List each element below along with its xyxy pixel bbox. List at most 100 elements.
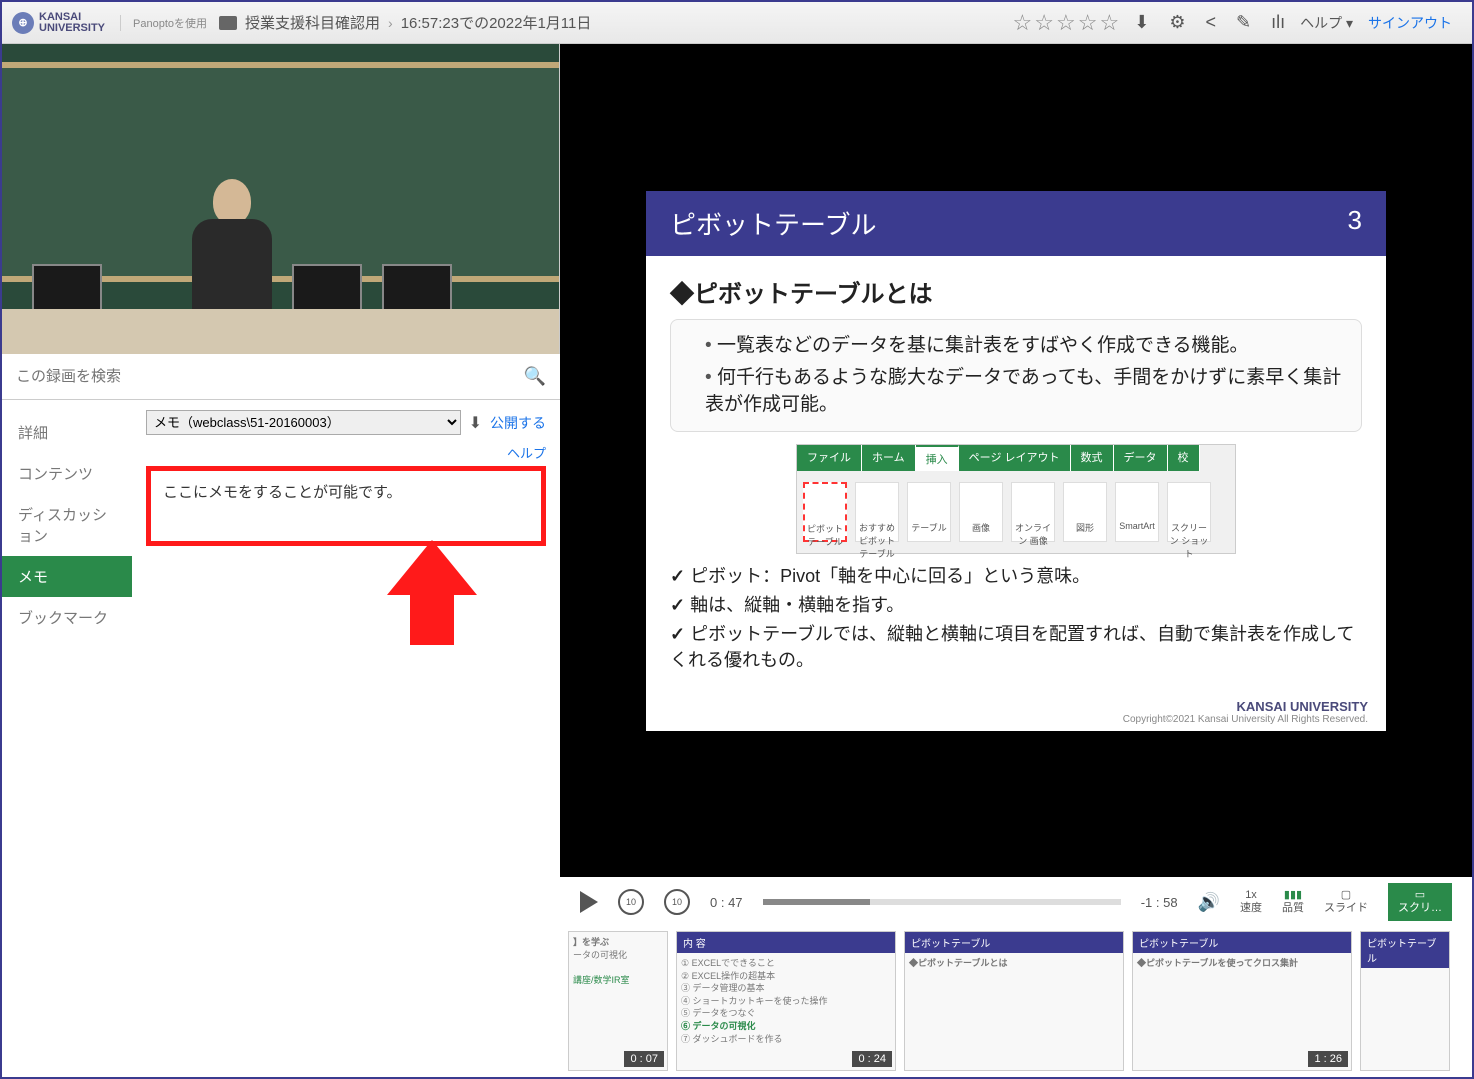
download-notes-icon[interactable]: ⬇ <box>469 413 482 433</box>
folder-name[interactable]: 授業支援科目確認用 <box>245 12 380 33</box>
search-input[interactable] <box>16 368 524 385</box>
slide-title: ピボットテーブル <box>670 205 876 242</box>
monitor <box>32 264 102 314</box>
thumb-time: 1 : 26 <box>1308 1051 1348 1067</box>
panopto-label: Panoptoを使用 <box>120 15 219 31</box>
thumbnail[interactable]: ピボットテーブル ◆ピボットテーブルとは <box>904 931 1124 1071</box>
check-item: 軸は、縦軸・横軸を指す。 <box>670 591 1362 617</box>
download-icon[interactable]: ⬇ <box>1134 12 1149 33</box>
kansai-logo: ⊕ KANSAI UNIVERSITY <box>12 12 120 34</box>
tab-contents[interactable]: コンテンツ <box>2 453 132 494</box>
copyright: Copyright©2021 Kansai University All Rig… <box>1123 714 1368 725</box>
tabs-area: 詳細 コンテンツ ディスカッション メモ ブックマーク メモ（webclass\… <box>2 400 560 1077</box>
slide-content: ピボットテーブル 3 ◆ピボットテーブルとは 一覧表などのデータを基に集計表をす… <box>646 191 1386 731</box>
notes-channel-select[interactable]: メモ（webclass\51-20160003） <box>146 410 461 435</box>
rating-stars[interactable]: ☆ ☆ ☆ ☆ ☆ <box>1013 10 1120 36</box>
thumbnail-strip[interactable]: 】を学ぶ ータの可視化 講座/数学IR室 0 : 07 内 容 ① EXCELで… <box>560 927 1472 1077</box>
thumbnail[interactable]: ピボットテーブル <box>1360 931 1450 1071</box>
volume-icon[interactable]: 🔊 <box>1198 892 1220 913</box>
ribbon-icon: 画像 <box>959 482 1003 542</box>
star-icon[interactable]: ☆ <box>1034 10 1054 36</box>
check-item: ピボット：Pivot「軸を中心に回る」という意味。 <box>670 562 1362 588</box>
check-item: ピボットテーブルでは、縦軸と横軸に項目を配置すれば、自動で集計表を作成してくれる… <box>670 620 1362 672</box>
ribbon-icon: おすすめ ピボットテーブル <box>855 482 899 542</box>
help-dropdown[interactable]: ヘルプ ▾ <box>1300 13 1353 33</box>
skip-forward-button[interactable]: 10 <box>664 889 690 915</box>
signout-link[interactable]: サインアウト <box>1368 13 1452 33</box>
toolbar-icons: ⬇ ⚙ < ✎ ılı <box>1134 12 1285 33</box>
tab-detail[interactable]: 詳細 <box>2 412 132 453</box>
slide-heading: ◆ピボットテーブルとは <box>670 274 1362 309</box>
main-area: 🔍 詳細 コンテンツ ディスカッション メモ ブックマーク メモ（webclas… <box>2 44 1472 1077</box>
bullet-item: 何千行もあるような膨大なデータであっても、手間をかけずに素早く集計表が作成可能。 <box>705 362 1347 416</box>
footer-logo: KANSAI UNIVERSITY <box>1237 699 1368 714</box>
slide-footer: KANSAI UNIVERSITY Copyright©2021 Kansai … <box>646 693 1386 731</box>
current-time: 0 : 47 <box>710 895 743 910</box>
ribbon-icon: オンライン 画像 <box>1011 482 1055 542</box>
play-button[interactable] <box>580 891 598 913</box>
progress-bar[interactable] <box>763 899 1121 905</box>
breadcrumb: 授業支援科目確認用 › 16:57:23での2022年1月11日 <box>219 12 591 33</box>
tab-discussion[interactable]: ディスカッション <box>2 494 132 556</box>
search-icon[interactable]: 🔍 <box>524 366 546 387</box>
session-title: 16:57:23での2022年1月11日 <box>401 12 592 33</box>
thumb-time: 0 : 24 <box>852 1051 892 1067</box>
share-icon[interactable]: < <box>1205 12 1216 33</box>
ribbon-icon: テーブル <box>907 482 951 542</box>
notes-header: メモ（webclass\51-20160003） ⬇ 公開する <box>146 410 546 435</box>
star-icon[interactable]: ☆ <box>1056 10 1076 36</box>
header-bar: ⊕ KANSAI UNIVERSITY Panoptoを使用 授業支援科目確認用… <box>2 2 1472 44</box>
thumb-time: 0 : 07 <box>624 1051 664 1067</box>
ribbon-tab: 数式 <box>1071 445 1114 471</box>
right-column: ピボットテーブル 3 ◆ピボットテーブルとは 一覧表などのデータを基に集計表をす… <box>560 44 1472 1077</box>
ribbon-icon-pivot: ピボット テーブル <box>803 482 847 542</box>
quality-button[interactable]: ▮▮▮品質 <box>1282 889 1304 915</box>
star-icon[interactable]: ☆ <box>1078 10 1098 36</box>
star-icon[interactable]: ☆ <box>1099 10 1119 36</box>
thumbnail[interactable]: 内 容 ① EXCELでできること ② EXCEL操作の超基本 ③ データ管理の… <box>676 931 896 1071</box>
ribbon-tab: 挿入 <box>916 445 959 471</box>
edit-icon[interactable]: ✎ <box>1236 12 1251 33</box>
ribbon-tab: 校 <box>1168 445 1200 471</box>
slide-page-number: 3 <box>1348 205 1362 242</box>
tab-bookmark[interactable]: ブックマーク <box>2 597 132 638</box>
publish-link[interactable]: 公開する <box>490 413 546 433</box>
skip-back-button[interactable]: 10 <box>618 889 644 915</box>
slide-view-button[interactable]: ▢スライド <box>1324 889 1368 915</box>
tab-notes[interactable]: メモ <box>2 556 132 597</box>
lecturer <box>182 179 282 319</box>
folder-icon <box>219 16 237 30</box>
ribbon-tab: ファイル <box>797 445 862 471</box>
ribbon-icon: SmartArt <box>1115 482 1159 542</box>
slide-view[interactable]: ピボットテーブル 3 ◆ピボットテーブルとは 一覧表などのデータを基に集計表をす… <box>560 44 1472 877</box>
thumbnail[interactable]: 】を学ぶ ータの可視化 講座/数学IR室 0 : 07 <box>568 931 668 1071</box>
ribbon-tab: データ <box>1114 445 1168 471</box>
logo-badge-icon: ⊕ <box>12 12 34 34</box>
camera-video[interactable] <box>2 44 560 354</box>
stats-icon[interactable]: ılı <box>1271 12 1285 33</box>
tab-nav: 詳細 コンテンツ ディスカッション メモ ブックマーク <box>2 400 132 1077</box>
slide-title-bar: ピボットテーブル 3 <box>646 191 1386 256</box>
remaining-time: -1 : 58 <box>1141 895 1178 910</box>
logo-line1: KANSAI <box>39 12 105 23</box>
monitor <box>292 264 362 314</box>
gear-icon[interactable]: ⚙ <box>1169 12 1185 33</box>
notes-textarea[interactable]: ここにメモをすることが可能です。 <box>146 466 546 546</box>
check-list: ピボット：Pivot「軸を中心に回る」という意味。 軸は、縦軸・横軸を指す。 ピ… <box>670 562 1362 672</box>
monitor <box>382 264 452 314</box>
star-icon[interactable]: ☆ <box>1013 10 1033 36</box>
bullet-box: 一覧表などのデータを基に集計表をすばやく作成できる機能。 何千行もあるような膨大… <box>670 319 1362 432</box>
thumbnail[interactable]: ピボットテーブル ◆ピボットテーブルを使ってクロス集計 1 : 26 <box>1132 931 1352 1071</box>
screen-view-button[interactable]: ▭スクリ… <box>1388 883 1452 921</box>
notes-help-link[interactable]: ヘルプ <box>146 443 546 462</box>
ribbon-tab: ホーム <box>862 445 916 471</box>
speed-button[interactable]: 1x速度 <box>1240 889 1262 915</box>
ribbon-tab: ページ レイアウト <box>959 445 1071 471</box>
chevron-right-icon: › <box>388 15 393 31</box>
ribbon-icon: スクリーン ショット <box>1167 482 1211 542</box>
slide-body: ◆ピボットテーブルとは 一覧表などのデータを基に集計表をすばやく作成できる機能。… <box>646 256 1386 693</box>
notes-panel: メモ（webclass\51-20160003） ⬇ 公開する ヘルプ ここにメ… <box>132 400 560 1077</box>
logo-line2: UNIVERSITY <box>39 23 105 34</box>
ribbon-icon: 図形 <box>1063 482 1107 542</box>
bullet-item: 一覧表などのデータを基に集計表をすばやく作成できる機能。 <box>705 330 1347 357</box>
